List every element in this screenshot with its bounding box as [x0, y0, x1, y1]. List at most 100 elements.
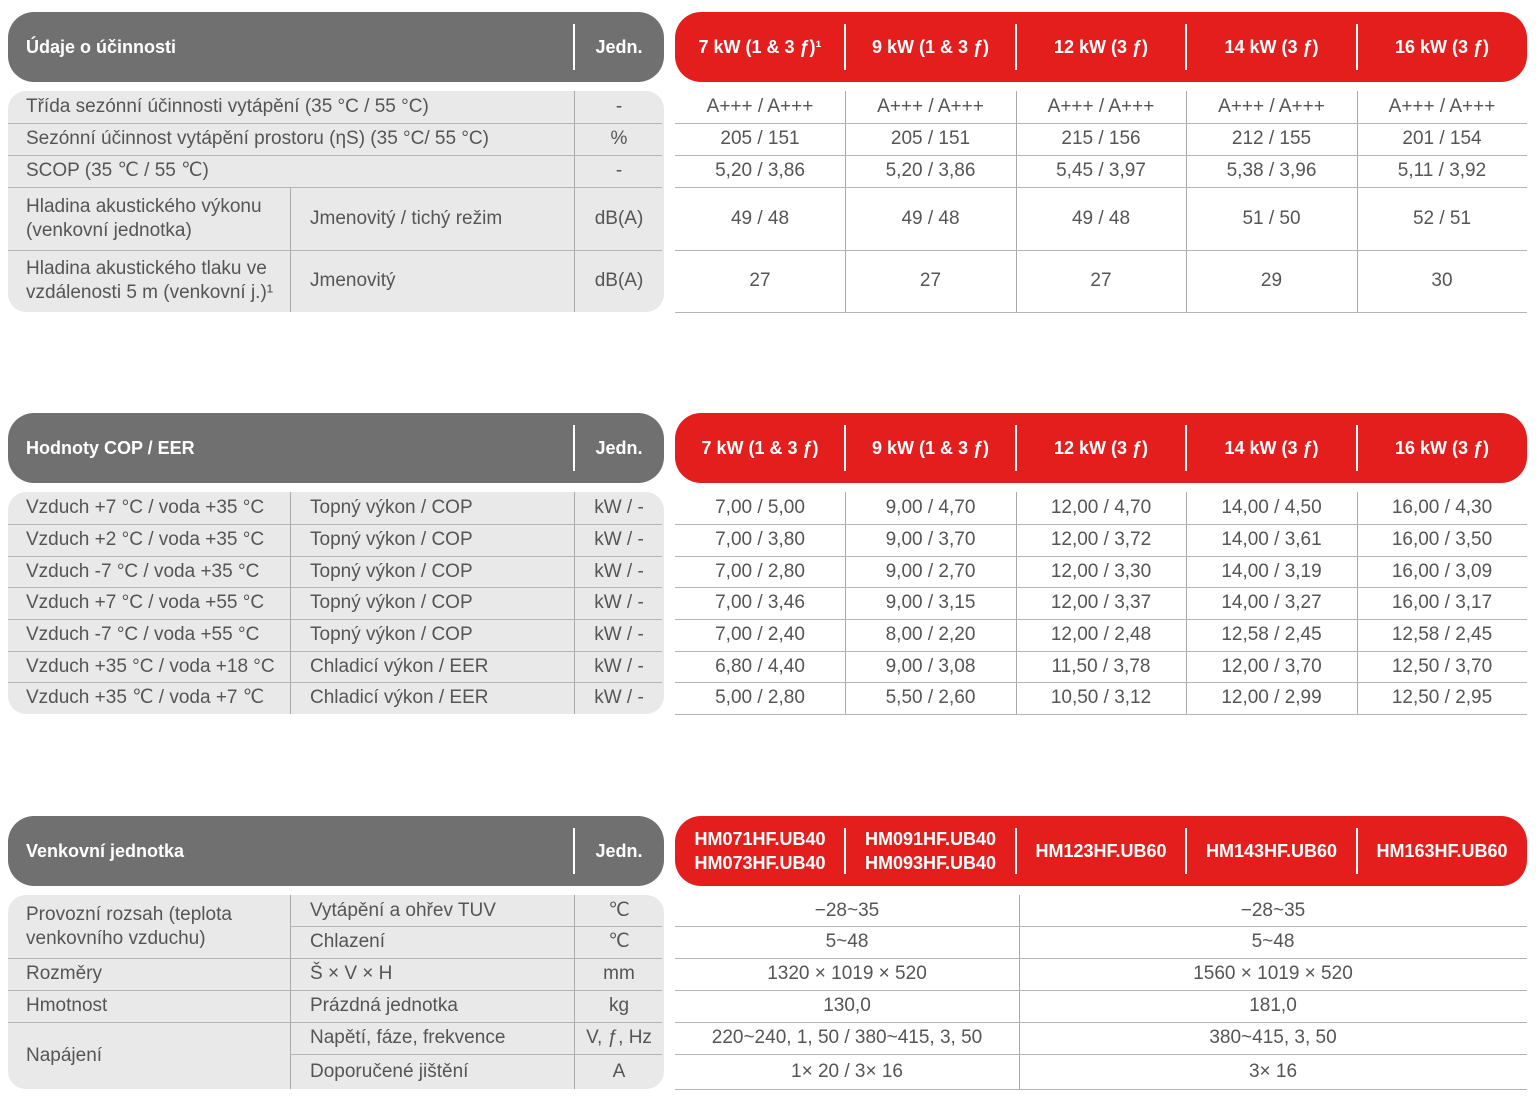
column-divider — [290, 492, 291, 524]
value-cell-text: 6,80 / 4,40 — [715, 655, 805, 677]
column-divider — [845, 155, 846, 187]
column-header-text: HM123HF.UB60 — [1035, 841, 1167, 861]
value-cell-text: 7,00 / 3,80 — [715, 529, 805, 550]
row-unit: mm — [574, 958, 664, 990]
value-cell-text: 181,0 — [1249, 995, 1297, 1016]
column-header-text: 7 kW (1 & 3 ƒ)¹ — [698, 37, 822, 57]
value-cell: 49 / 48 — [675, 187, 845, 250]
column-divider — [845, 619, 846, 651]
value-cell: 7,00 / 3,46 — [675, 587, 845, 619]
column-divider — [845, 651, 846, 682]
row-label-text: Provozní rozsah (teplota venkovního vzdu… — [26, 903, 232, 949]
row-unit-text: kW / - — [594, 560, 644, 582]
column-divider — [1357, 250, 1358, 312]
row-sublabel-text: Topný výkon / COP — [310, 560, 473, 582]
value-cell-text: 12,50 / 2,95 — [1391, 687, 1493, 708]
value-cell-text: 27 — [1090, 270, 1112, 291]
value-cell-text: 14,00 / 3,27 — [1221, 592, 1322, 613]
value-cell: 10,50 / 3,12 — [1016, 682, 1186, 714]
value-cell: 16,00 / 3,09 — [1357, 556, 1527, 587]
row-unit: A — [574, 1054, 664, 1089]
column-header-text: 9 kW (1 & 3 ƒ) — [871, 37, 990, 57]
row-divider — [675, 714, 1527, 715]
column-divider — [1357, 651, 1358, 682]
value-cell: 5~48 — [1019, 926, 1527, 958]
section-title: Hodnoty COP / EER — [26, 413, 526, 483]
header-divider — [1185, 425, 1187, 471]
column-divider — [1357, 492, 1358, 524]
row-label-text: Vzduch +2 °C / voda +35 °C — [26, 529, 265, 550]
row-divider — [675, 1089, 1527, 1090]
row-sublabel-text: Jmenovitý / tichý režim — [310, 207, 503, 229]
column-divider — [1357, 556, 1358, 587]
value-cell: 7,00 / 2,80 — [675, 556, 845, 587]
row-unit-text: V, ƒ, Hz — [586, 1027, 652, 1048]
row-divider — [675, 619, 1527, 620]
value-cell: 6,80 / 4,40 — [675, 651, 845, 682]
value-cell-text: 215 / 156 — [1061, 128, 1141, 149]
row-divider — [675, 187, 1527, 188]
column-divider — [845, 123, 846, 155]
value-cell: 7,00 / 2,40 — [675, 619, 845, 651]
value-cell: 16,00 / 4,30 — [1357, 492, 1527, 524]
column-divider — [290, 682, 291, 714]
column-divider — [1016, 123, 1017, 155]
row-unit-text: dB(A) — [594, 270, 644, 291]
value-cell: 14,00 / 3,19 — [1186, 556, 1357, 587]
value-cell-text: A+++ / A+++ — [1388, 96, 1496, 117]
row-label: SCOP (35 ℃ / 55 ℃) — [26, 155, 574, 187]
column-divider — [1186, 556, 1187, 587]
header-divider — [844, 425, 846, 471]
value-cell: A+++ / A+++ — [675, 91, 845, 123]
column-divider — [845, 492, 846, 524]
value-cell: −28~35 — [675, 895, 1019, 926]
value-cell-text: 201 / 154 — [1402, 128, 1482, 149]
row-unit: ℃ — [574, 926, 664, 958]
row-label-text: Vzduch +7 °C / voda +35 °C — [26, 497, 265, 518]
unit-header: Jedn. — [574, 816, 664, 886]
column-divider — [1186, 123, 1187, 155]
value-cell-text: 5,45 / 3,97 — [1056, 160, 1146, 181]
row-sublabel: Topný výkon / COP — [310, 524, 574, 556]
value-cell-text: 9,00 / 3,08 — [885, 655, 976, 677]
row-unit: % — [574, 123, 664, 155]
unit-header-text: Jedn. — [595, 437, 643, 458]
row-divider — [675, 123, 1527, 124]
row-label: Hladina akustického tlaku ve vzdálenosti… — [26, 250, 290, 312]
column-divider — [1357, 587, 1358, 619]
value-cell-text: 16,00 / 4,30 — [1391, 497, 1493, 518]
value-cell-text: 380~415, 3, 50 — [1209, 1027, 1337, 1048]
column-divider — [290, 958, 291, 990]
value-cell-text: 27 — [749, 270, 771, 291]
value-cell-text: 49 / 48 — [901, 207, 960, 229]
column-header-text: 16 kW (3 ƒ) — [1394, 37, 1490, 57]
column-divider — [290, 1022, 291, 1089]
row-label: Třída sezónní účinnosti vytápění (35 °C … — [26, 91, 574, 123]
value-cell: 9,00 / 4,70 — [845, 492, 1016, 524]
row-sublabel-text: Prázdná jednotka — [310, 995, 458, 1016]
column-header-text: 14 kW (3 ƒ) — [1224, 438, 1319, 458]
row-sublabel-text: Napětí, fáze, frekvence — [310, 1027, 506, 1048]
value-cell: 5,20 / 3,86 — [845, 155, 1016, 187]
column-header-text: 9 kW (1 & 3 ƒ) — [871, 438, 990, 458]
row-unit: kW / - — [574, 587, 664, 619]
value-cell: 1× 20 / 3× 16 — [675, 1054, 1019, 1089]
column-divider — [290, 587, 291, 619]
value-cell: 49 / 48 — [1016, 187, 1186, 250]
value-cell: 12,50 / 2,95 — [1357, 682, 1527, 714]
column-header-text: 16 kW (3 ƒ) — [1394, 438, 1490, 458]
value-cell: 14,00 / 4,50 — [1186, 492, 1357, 524]
value-cell: 215 / 156 — [1016, 123, 1186, 155]
column-header-text: HM091HF.UB40 HM093HF.UB40 — [864, 829, 997, 873]
row-label-text: Rozměry — [26, 963, 103, 984]
unit-header: Jedn. — [574, 413, 664, 483]
row-label-text: Sezónní účinnost vytápění prostoru (ηS) … — [26, 128, 489, 149]
column-divider — [1019, 1022, 1020, 1054]
column-header: 7 kW (1 & 3 ƒ)¹ — [675, 12, 845, 82]
row-label: Napájení — [26, 1022, 290, 1089]
value-cell-text: 9,00 / 3,70 — [885, 529, 976, 550]
value-cell: 380~415, 3, 50 — [1019, 1022, 1527, 1054]
column-header-text: HM071HF.UB40 HM073HF.UB40 — [694, 829, 826, 873]
row-divider — [675, 958, 1527, 959]
value-cell-text: 12,00 / 3,72 — [1050, 529, 1152, 550]
